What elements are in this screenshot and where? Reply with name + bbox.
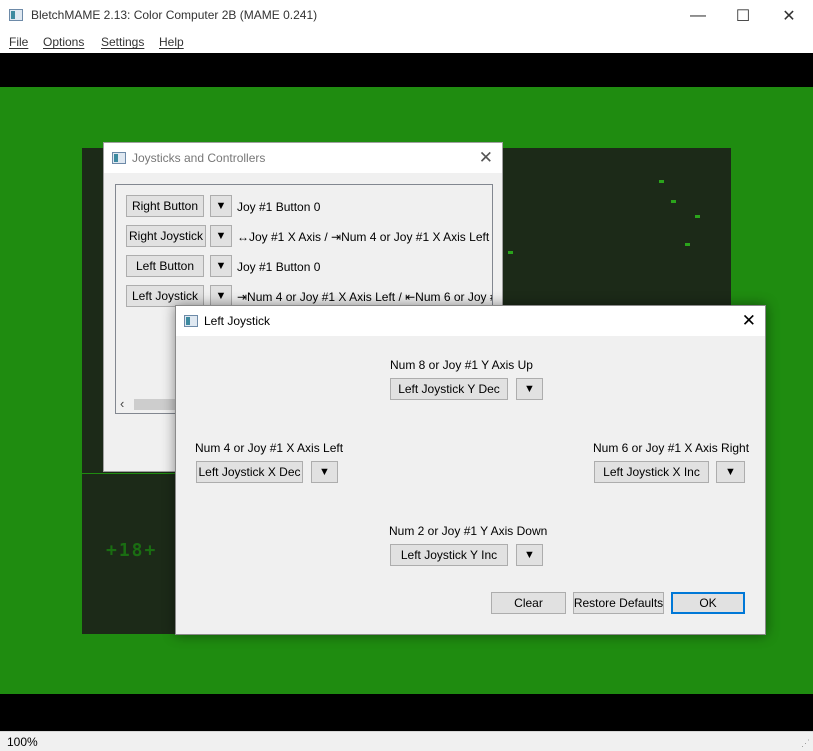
- scroll-left-icon[interactable]: ‹: [120, 396, 124, 411]
- left-joystick-dialog-titlebar: Left Joystick ✕: [176, 306, 765, 336]
- window-title: BletchMAME 2.13: Color Computer 2B (MAME…: [31, 8, 318, 22]
- emulator-score: +18+: [106, 540, 158, 561]
- menu-settings[interactable]: Settings: [101, 35, 144, 49]
- dialog-icon: [184, 315, 198, 327]
- zoom-level: 100%: [7, 735, 38, 749]
- left-joystick-dialog: Left Joystick ✕ Num 8 or Joy #1 Y Axis U…: [175, 305, 766, 635]
- x-inc-button[interactable]: Left Joystick X Inc: [594, 461, 709, 483]
- playfield-dot: [659, 180, 664, 183]
- right-joystick-dropdown-icon[interactable]: ▼: [210, 225, 232, 247]
- left-binding-label: Num 4 or Joy #1 X Axis Left: [195, 441, 344, 455]
- x-dec-dropdown-icon[interactable]: ▼: [311, 461, 338, 483]
- right-joystick-binding: ↔Joy #1 X Axis / ⇥Num 4 or Joy #1 X Axis…: [237, 230, 493, 244]
- right-button-button[interactable]: Right Button: [126, 195, 204, 217]
- left-joystick-dialog-title: Left Joystick: [204, 314, 271, 328]
- joysticks-dialog-titlebar: Joysticks and Controllers ✕: [104, 143, 502, 173]
- restore-defaults-button[interactable]: Restore Defaults: [573, 592, 664, 614]
- left-joystick-dialog-close-button[interactable]: ✕: [742, 311, 756, 331]
- clear-button[interactable]: Clear: [491, 592, 566, 614]
- left-button-binding: Joy #1 Button 0: [237, 260, 321, 274]
- up-binding-label: Num 8 or Joy #1 Y Axis Up: [390, 358, 533, 372]
- minimize-button[interactable]: —: [675, 0, 721, 31]
- x-dec-button[interactable]: Left Joystick X Dec: [196, 461, 303, 483]
- playfield-dot: [671, 200, 676, 203]
- left-joystick-button[interactable]: Left Joystick: [126, 285, 204, 307]
- right-binding-label: Num 6 or Joy #1 X Axis Right: [593, 441, 750, 455]
- resize-grip-icon[interactable]: ⋰: [801, 738, 810, 749]
- statusbar: 100% ⋰: [0, 731, 813, 751]
- ok-button[interactable]: OK: [671, 592, 745, 614]
- left-button-button[interactable]: Left Button: [126, 255, 204, 277]
- dialog-icon: [112, 152, 126, 164]
- y-inc-button[interactable]: Left Joystick Y Inc: [390, 544, 508, 566]
- maximize-button[interactable]: ☐: [720, 0, 766, 31]
- scrollbar-thumb[interactable]: [134, 399, 179, 410]
- menu-file[interactable]: File: [9, 35, 28, 49]
- menu-options[interactable]: Options: [43, 35, 84, 49]
- down-binding-label: Num 2 or Joy #1 Y Axis Down: [389, 524, 548, 538]
- y-dec-button[interactable]: Left Joystick Y Dec: [390, 378, 508, 400]
- y-inc-dropdown-icon[interactable]: ▼: [516, 544, 543, 566]
- menu-help[interactable]: Help: [159, 35, 184, 49]
- right-button-dropdown-icon[interactable]: ▼: [210, 195, 232, 217]
- main-titlebar: BletchMAME 2.13: Color Computer 2B (MAME…: [0, 0, 813, 31]
- close-button[interactable]: ✕: [766, 0, 812, 31]
- app-icon: [9, 9, 23, 21]
- y-dec-dropdown-icon[interactable]: ▼: [516, 378, 543, 400]
- joysticks-dialog-close-button[interactable]: ✕: [479, 148, 493, 168]
- x-inc-dropdown-icon[interactable]: ▼: [716, 461, 745, 483]
- playfield-dot: [695, 215, 700, 218]
- playfield-dot: [685, 243, 690, 246]
- left-button-dropdown-icon[interactable]: ▼: [210, 255, 232, 277]
- joysticks-dialog-title: Joysticks and Controllers: [132, 151, 266, 165]
- right-button-binding: Joy #1 Button 0: [237, 200, 321, 214]
- right-joystick-button[interactable]: Right Joystick: [126, 225, 206, 247]
- playfield-dot: [508, 251, 513, 254]
- left-joystick-binding: ⇥Num 4 or Joy #1 X Axis Left / ⇤Num 6 or…: [237, 290, 493, 304]
- menubar: File Options Settings Help: [0, 31, 813, 53]
- left-joystick-dropdown-icon[interactable]: ▼: [210, 285, 232, 307]
